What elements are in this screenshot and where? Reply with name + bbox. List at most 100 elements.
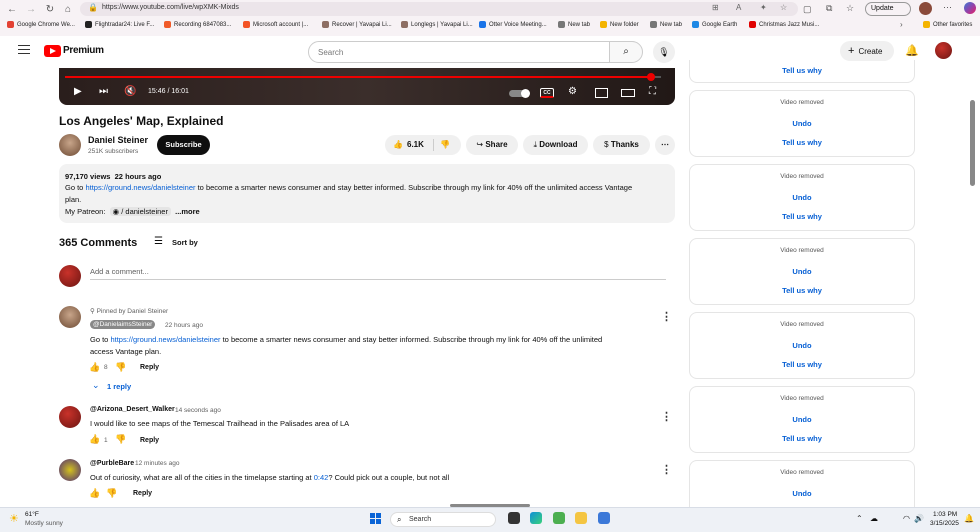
chevron-down-icon[interactable]: ⌄ [92, 380, 100, 391]
tell-us-why-link[interactable]: Tell us why [690, 434, 914, 443]
download-button[interactable]: ⤓ Download [523, 135, 588, 155]
refresh-icon[interactable]: ↻ [43, 3, 57, 17]
back-icon[interactable]: ← [5, 3, 19, 17]
profile-avatar[interactable] [919, 2, 932, 15]
bookmarks-overflow-icon[interactable]: › [900, 20, 903, 29]
theater-mode-icon[interactable] [621, 89, 635, 97]
windows-start-icon[interactable] [370, 513, 382, 525]
page-scrollbar[interactable] [970, 100, 975, 186]
tell-us-why-link[interactable]: Tell us why [690, 138, 914, 147]
bookmark-1[interactable]: Flightradar24: Live F... [85, 21, 154, 28]
timestamp-link[interactable]: 0:42 [314, 473, 329, 482]
patreon-chip[interactable]: ◉ / danielsteiner [109, 207, 171, 216]
bookmark-0[interactable]: Google Chrome We... [7, 21, 75, 28]
comment-dislike-icon[interactable]: 👎 [106, 488, 117, 499]
comment-menu-icon[interactable]: ⋮ [661, 310, 672, 323]
account-avatar[interactable] [935, 42, 952, 59]
update-button[interactable]: Update [865, 2, 911, 16]
volume-icon[interactable]: 🔊 [914, 514, 924, 523]
show-more-link[interactable]: ...more [175, 207, 200, 216]
tell-us-why-link[interactable]: Tell us why [690, 212, 914, 221]
bookmark-9[interactable]: New tab [650, 21, 682, 28]
bookmark-10[interactable]: Google Earth [692, 21, 737, 28]
undo-button[interactable]: Undo [690, 341, 914, 350]
like-count[interactable]: 6.1K [407, 135, 424, 155]
comment-link[interactable]: https://ground.news/danielsteiner [110, 335, 220, 344]
comment-dislike-icon[interactable]: 👎 [115, 434, 126, 445]
home-icon[interactable]: ⌂ [61, 3, 75, 17]
undo-button[interactable]: Undo [690, 193, 914, 202]
search-button[interactable]: ⌕ [609, 41, 643, 63]
comment-like-icon[interactable]: 👍 [89, 488, 100, 499]
more-icon[interactable]: ⋯ [943, 2, 952, 13]
bookmark-11[interactable]: Christmas Jazz Musi... [749, 21, 819, 28]
bookmark-4[interactable]: Recover | Yavapai Li... [322, 21, 392, 28]
edge-browser-icon[interactable] [530, 512, 542, 524]
sort-by-button[interactable]: Sort by [172, 238, 198, 247]
comment-menu-icon[interactable]: ⋮ [661, 410, 672, 423]
tell-us-why-link[interactable]: Tell us why [690, 66, 914, 75]
undo-button[interactable]: Undo [690, 267, 914, 276]
undo-button[interactable]: Undo [690, 119, 914, 128]
mute-icon[interactable]: 🔇 [124, 86, 136, 97]
extensions-icon[interactable]: ⧉ [826, 3, 832, 14]
undo-button[interactable]: Undo [690, 489, 914, 498]
onedrive-icon[interactable]: ☁ [870, 514, 878, 523]
more-actions-button[interactable]: ⋯ [655, 135, 675, 155]
settings-gear-icon[interactable]: ⚙ [568, 86, 577, 97]
bookmark-3[interactable]: Microsoft account |... [243, 21, 308, 28]
fullscreen-icon[interactable]: ⛶ [649, 86, 656, 97]
channel-avatar[interactable] [59, 134, 81, 156]
comment-dislike-icon[interactable]: 👎 [115, 362, 126, 373]
bookmark-7[interactable]: New tab [558, 21, 590, 28]
tell-us-why-link[interactable]: Tell us why [690, 286, 914, 295]
comment-menu-icon[interactable]: ⋮ [661, 463, 672, 476]
progress-bar[interactable] [65, 76, 652, 78]
youtube-premium-logo[interactable]: Premium [63, 45, 104, 56]
copilot-icon[interactable] [964, 2, 976, 14]
play-icon[interactable]: ▶ [74, 86, 82, 97]
favorite-star-icon[interactable]: ☆ [780, 3, 787, 12]
clock-time[interactable]: 1:03 PM [933, 511, 957, 518]
favorites-icon[interactable]: ☆ [846, 3, 854, 14]
bookmark-8[interactable]: New folder [600, 21, 639, 28]
thanks-button[interactable]: $ Thanks [593, 135, 650, 155]
other-favorites[interactable]: Other favorites [923, 21, 972, 28]
bookmark-6[interactable]: Otter Voice Meeting... [479, 21, 547, 28]
comment-age[interactable]: 12 minutes ago [135, 460, 179, 467]
comment-avatar[interactable] [59, 306, 81, 328]
miniplayer-icon[interactable] [595, 88, 608, 98]
youtube-logo-icon[interactable] [44, 45, 61, 57]
autoplay-toggle[interactable] [509, 89, 530, 98]
video-player[interactable] [59, 68, 675, 105]
comment-like-icon[interactable]: 👍 [89, 362, 100, 373]
comment-age[interactable]: 22 hours ago [165, 322, 203, 329]
create-button[interactable]: + Create [840, 41, 894, 61]
comment-avatar[interactable] [59, 406, 81, 428]
task-view-icon[interactable] [508, 512, 520, 524]
tray-overflow-icon[interactable]: ⌃ [856, 514, 863, 523]
description-box[interactable]: 97,170 views 22 hours ago Go to https://… [59, 164, 675, 223]
notification-center-icon[interactable]: 🔔 [964, 514, 974, 523]
sort-icon[interactable]: ☰ [154, 236, 163, 247]
taskbar-search[interactable]: ⌕ Search [390, 512, 496, 527]
wifi-icon[interactable]: ◠ [903, 514, 910, 523]
comment-author[interactable]: @PurbleBare [90, 460, 134, 467]
reply-button[interactable]: Reply [140, 437, 159, 444]
comment-author[interactable]: @Arizona_Desert_Walker [90, 406, 175, 413]
address-bar[interactable]: 🔒 https://www.youtube.com/live/wpXMK-Mix… [80, 2, 798, 16]
app-install-icon[interactable]: ⊞ [712, 3, 719, 12]
channel-name[interactable]: Daniel Steiner [88, 135, 148, 145]
undo-button[interactable]: Undo [690, 415, 914, 424]
comment-age[interactable]: 14 seconds ago [175, 407, 221, 414]
add-comment-input[interactable]: Add a comment... [90, 267, 149, 276]
search-input[interactable]: Search [308, 41, 610, 63]
weather-sun-icon[interactable]: ☀ [9, 512, 19, 525]
bookmark-2[interactable]: Recording 6847083... [164, 21, 231, 28]
extension-icon[interactable]: ✦ [760, 3, 767, 12]
reply-button[interactable]: Reply [133, 490, 152, 497]
subscribe-button[interactable]: Subscribe [157, 135, 210, 155]
store-icon[interactable] [598, 512, 610, 524]
split-screen-icon[interactable]: ▢ [803, 4, 812, 15]
read-aloud-icon[interactable]: A [736, 3, 741, 12]
